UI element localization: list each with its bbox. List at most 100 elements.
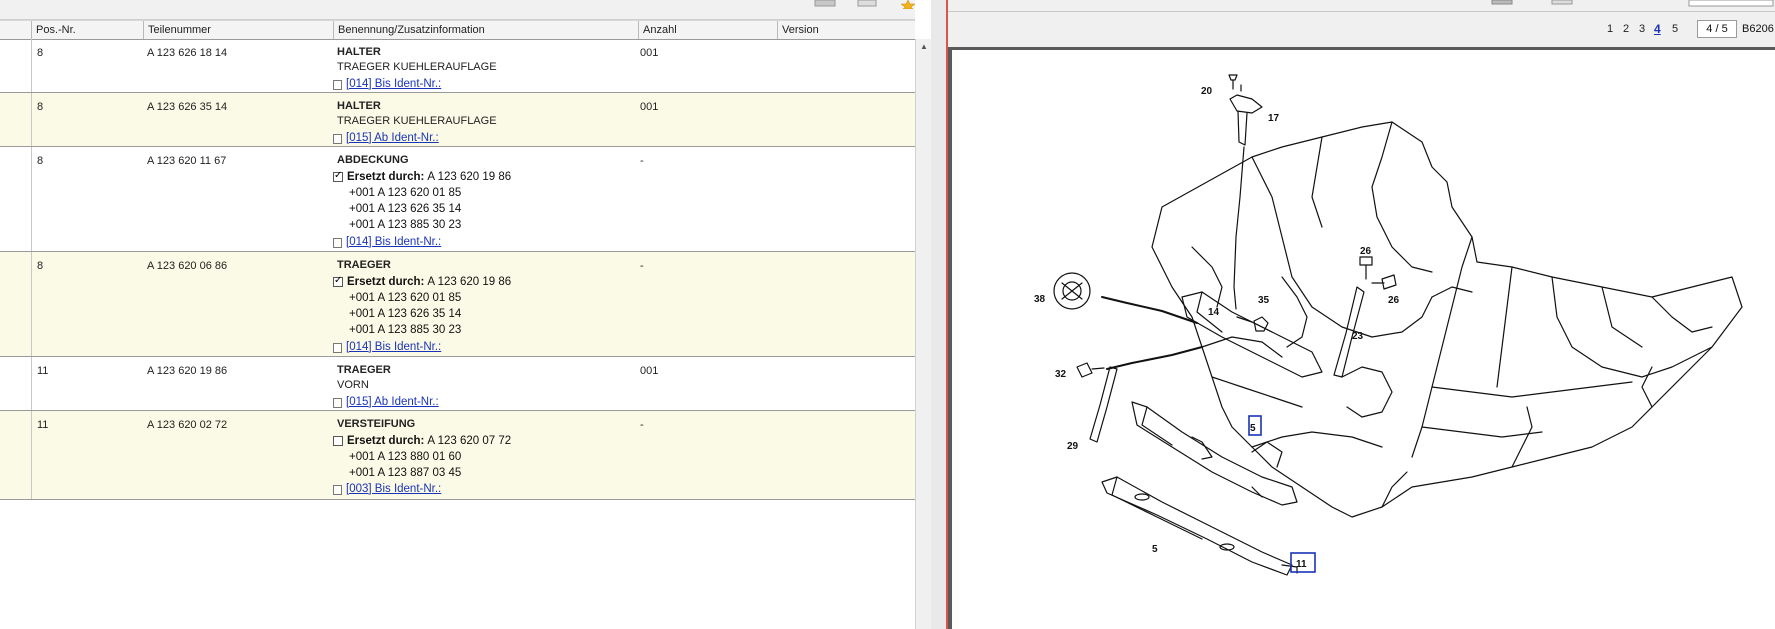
row-select-cell[interactable] [0,93,32,146]
drawing-code: B6206 [1742,23,1774,35]
drawing-viewer-pane: 1 2 3 4 5 4 / 5 B6206 20 17 38 14 35 26 … [948,0,1775,629]
table-row[interactable]: 8 A 123 620 06 86 TRAEGER - Ersetzt durc… [0,252,915,357]
page-link-5[interactable]: 5 [1672,23,1678,35]
table-row[interactable]: 11 A 123 620 19 86 TRAEGER VORN 001 [015… [0,357,915,411]
page-link-1[interactable]: 1 [1607,23,1613,35]
document-icon [333,484,342,495]
quantity-cell: 001 [640,47,659,59]
callout-38[interactable]: 38 [1034,294,1046,305]
favorite-star-icon[interactable] [900,0,916,9]
scroll-up-arrow-icon[interactable]: ▲ [916,39,932,55]
replacement-line: +001 A 123 626 35 14 [349,203,462,215]
row-select-cell[interactable] [0,357,32,410]
toolbar-separator [948,11,1775,12]
table-row[interactable]: 8 A 123 620 11 67 ABDECKUNG - Ersetzt du… [0,147,915,252]
ident-note: [015] Ab Ident-Nr.: [333,396,439,409]
table-row[interactable]: 8 A 123 626 18 14 HALTER TRAEGER KUEHLER… [0,39,915,93]
header-pos[interactable]: Pos.-Nr. [31,21,143,39]
callout-35[interactable]: 35 [1258,295,1270,306]
replacement-value: A 123 620 19 86 [427,171,512,184]
page-link-3[interactable]: 3 [1639,23,1645,35]
ident-link[interactable]: [014] Bis Ident-Nr.: [346,78,441,90]
row-select-cell[interactable] [0,39,32,92]
replacement-value: A 123 620 19 86 [427,276,512,289]
table-row[interactable]: 11 A 123 620 02 72 VERSTEIFUNG - Ersetzt… [0,411,915,500]
parts-list-pane: Pos.-Nr. Teilenummer Benennung/Zusatzinf… [0,0,932,629]
callout-5-boxed[interactable]: 5 [1250,423,1256,434]
export-icon[interactable] [856,0,878,9]
strut-29 [1089,366,1118,443]
ident-link[interactable]: [014] Bis Ident-Nr.: [346,236,441,248]
page-link-4[interactable]: 4 [1654,22,1661,36]
header-description[interactable]: Benennung/Zusatzinformation [333,21,638,39]
callout-11[interactable]: 11 [1296,559,1307,570]
ident-note: [003] Bis Ident-Nr.: [333,483,441,496]
bolt-32 [1076,362,1105,378]
exploded-parts-diagram[interactable]: 20 17 38 14 35 26 26 23 32 29 5 5 11 [952,47,1775,629]
replacement-checkbox[interactable] [333,436,343,447]
quantity-cell: - [640,419,644,431]
replacement-value: A 123 620 07 72 [427,435,512,448]
quantity-cell: - [640,155,644,167]
table-row[interactable]: 8 A 123 626 35 14 HALTER TRAEGER KUEHLER… [0,93,915,147]
replacement-checkbox[interactable] [333,275,343,288]
search-field-edge[interactable] [1688,0,1774,8]
page-link-2[interactable]: 2 [1623,23,1629,35]
callout-26-upper[interactable]: 26 [1360,246,1372,257]
row-select-cell[interactable] [0,147,32,251]
callout-17[interactable]: 17 [1268,113,1280,124]
document-icon [333,237,342,248]
page-counter: 4 / 5 [1697,20,1737,38]
callout-26-lower[interactable]: 26 [1388,295,1400,306]
print-icon[interactable] [812,0,838,9]
header-quantity[interactable]: Anzahl [638,21,777,39]
callout-5[interactable]: 5 [1152,544,1158,555]
part-subtitle: VORN [337,379,369,391]
quantity-cell: 001 [640,365,659,377]
vertical-scrollbar[interactable]: ▲ [915,39,932,629]
pos-cell: 8 [37,101,44,113]
header-select[interactable] [0,21,31,39]
replacement-line: +001 A 123 885 30 23 [349,219,462,231]
lower-member-5 [1101,476,1293,576]
tools-icon[interactable] [1548,0,1578,6]
pos-cell: 8 [37,47,44,59]
document-icon [333,397,342,408]
header-version[interactable]: Version [777,21,915,39]
callout-29[interactable]: 29 [1067,441,1079,452]
part-title: HALTER [337,46,381,58]
pos-cell: 8 [37,155,44,167]
ident-note: [014] Bis Ident-Nr.: [333,236,441,249]
replacement-line: +001 A 123 885 30 23 [349,324,462,336]
list-toolbar [0,0,916,20]
callout-32[interactable]: 32 [1055,369,1067,380]
ident-link[interactable]: [015] Ab Ident-Nr.: [346,132,439,144]
part-number-cell: A 123 620 06 86 [147,260,228,272]
ident-link[interactable]: [014] Bis Ident-Nr.: [346,341,441,353]
replacement-line: +001 A 123 620 01 85 [349,292,462,304]
ident-note: [014] Bis Ident-Nr.: [333,341,441,354]
vehicle-body-outline [1151,121,1743,518]
row-select-cell[interactable] [0,252,32,356]
pane-splitter[interactable] [931,0,946,629]
header-part-number[interactable]: Teilenummer [143,21,333,39]
document-icon [333,133,342,144]
part-subtitle: TRAEGER KUEHLERAUFLAGE [337,115,497,127]
drawing-canvas[interactable]: 20 17 38 14 35 26 26 23 32 29 5 5 11 [948,47,1775,629]
bolt-20 [1228,74,1238,90]
quantity-cell: 001 [640,101,659,113]
pos-cell: 11 [37,419,49,431]
ident-link[interactable]: [003] Bis Ident-Nr.: [346,483,441,495]
part-number-cell: A 123 626 35 14 [147,101,228,113]
row-select-cell[interactable] [0,411,32,499]
callout-23[interactable]: 23 [1352,331,1364,342]
ident-link[interactable]: [015] Ab Ident-Nr.: [346,396,439,408]
callout-20[interactable]: 20 [1201,86,1213,97]
part-number-cell: A 123 620 19 86 [147,365,228,377]
zoom-icon[interactable] [1488,0,1518,6]
replacement-checkbox[interactable] [333,170,343,183]
callout-14[interactable]: 14 [1208,307,1220,318]
document-icon [333,342,342,353]
table-header: Pos.-Nr. Teilenummer Benennung/Zusatzinf… [0,20,915,40]
part-title: ABDECKUNG [337,154,409,166]
